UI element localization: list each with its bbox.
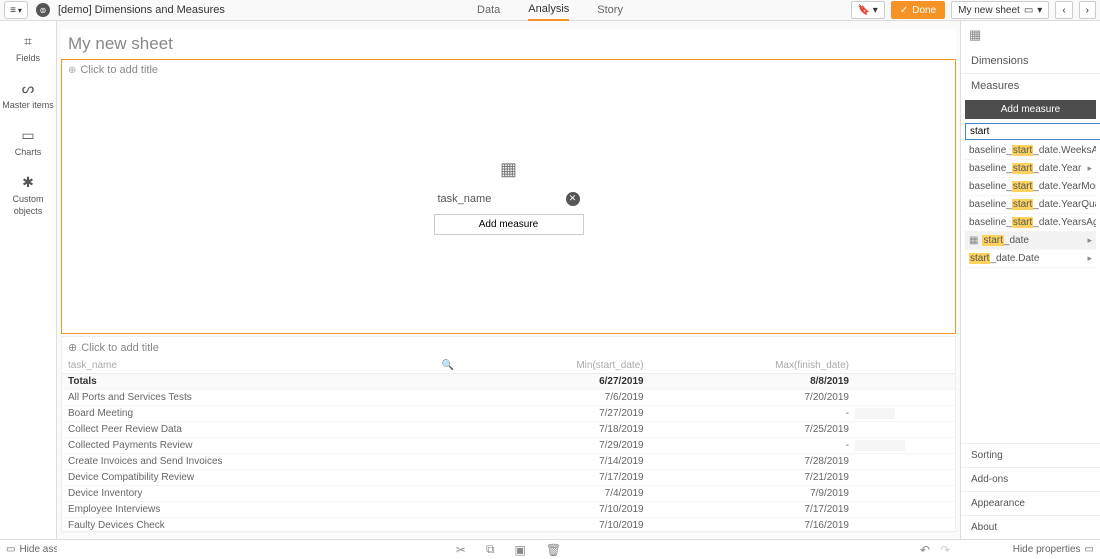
next-sheet-button[interactable]: › [1079, 1, 1096, 19]
table-row[interactable]: Employee Interviews7/10/20197/17/2019 [62, 502, 955, 518]
table-viz-top[interactable]: ⊕ Click to add title ▦ task_name ✕ Add me… [61, 59, 956, 334]
asset-icon: ▭ [0, 127, 56, 144]
column-header[interactable]: Max(finish_date) [650, 358, 855, 374]
measure-search-input[interactable] [965, 123, 1100, 140]
panel-sorting[interactable]: Sorting [961, 443, 1100, 467]
asset-charts[interactable]: ▭Charts [0, 121, 56, 168]
sheet-selector[interactable]: My new sheet▭▾ [951, 1, 1049, 19]
calendar-icon: ▦ [969, 235, 978, 246]
table-row[interactable]: Collect Peer Review Data7/18/20197/25/20… [62, 422, 955, 438]
table-row[interactable]: Faulty Devices Check7/10/20197/16/2019 [62, 518, 955, 533]
undo-button[interactable]: ↶ [920, 543, 930, 557]
dimension-chip[interactable]: task_name ✕ [434, 190, 584, 208]
table-row[interactable]: Collected Payments Review7/29/2019- [62, 438, 955, 454]
check-icon: ✓ [900, 5, 908, 16]
add-measure-button[interactable]: Add measure [434, 214, 584, 235]
asset-icon: ᔕ [0, 80, 56, 97]
add-icon: ⊕ [68, 65, 76, 76]
chevron-right-icon: ▸ [1087, 253, 1092, 264]
asset-master-items[interactable]: ᔕMaster items [0, 74, 56, 121]
field-suggestion[interactable]: baseline_start_date.YearsAgo▸ [965, 214, 1096, 232]
panel-add-ons[interactable]: Add-ons [961, 467, 1100, 491]
chevron-right-icon: ▸ [1087, 235, 1092, 246]
sheet-icon: ▭ [1024, 5, 1033, 16]
field-suggestion[interactable]: baseline_start_date.WeeksAgo▸ [965, 142, 1096, 160]
sheet-title[interactable]: My new sheet [61, 29, 956, 59]
table-row[interactable]: All Ports and Services Tests7/6/20197/20… [62, 390, 955, 406]
remove-dim-button[interactable]: ✕ [566, 192, 580, 206]
cut-button[interactable]: ✂ [456, 543, 466, 557]
table-row[interactable]: Create Invoices and Send Invoices7/14/20… [62, 454, 955, 470]
asset-fields[interactable]: ⌗Fields [0, 27, 56, 74]
dimensions-section[interactable]: Dimensions [961, 49, 1100, 73]
measures-section[interactable]: Measures [961, 73, 1100, 98]
copy-button[interactable]: ⧉ [486, 542, 495, 557]
table-viz-bottom[interactable]: ⊕ Click to add title task_name🔍Min(start_… [61, 336, 956, 532]
add-icon: ⊕ [68, 341, 77, 354]
asset-custom-objects[interactable]: ✱Custom objects [0, 168, 56, 227]
tab-story[interactable]: Story [597, 0, 623, 21]
search-icon[interactable]: 🔍 [442, 360, 454, 371]
hide-properties-button[interactable]: Hide properties ▭ [960, 539, 1100, 559]
asset-icon: ✱ [0, 174, 56, 191]
app-logo-icon: ⊚ [36, 3, 50, 17]
panel-about[interactable]: About [961, 515, 1100, 539]
viz-title-placeholder[interactable]: Click to add title [80, 64, 158, 76]
prev-sheet-button[interactable]: ‹ [1055, 1, 1072, 19]
add-measure-btn[interactable]: Add measure [965, 100, 1096, 119]
object-type-icon: ▦ [961, 21, 1100, 49]
field-suggestion[interactable]: baseline_start_date.Year▸ [965, 160, 1096, 178]
table-row[interactable]: Device Inventory7/4/20197/9/2019 [62, 486, 955, 502]
tab-data[interactable]: Data [477, 0, 500, 21]
totals-label: Totals [62, 374, 460, 390]
asset-icon: ⌗ [0, 33, 56, 50]
tab-analysis[interactable]: Analysis [528, 0, 569, 21]
paste-button[interactable]: ▣ [515, 543, 526, 557]
field-suggestion[interactable]: start_date.Date▸ [965, 250, 1096, 268]
app-title: [demo] Dimensions and Measures [58, 4, 225, 16]
column-header[interactable]: Min(start_date) [460, 358, 649, 374]
field-suggestion[interactable]: ▦start_date▸ [965, 232, 1096, 250]
panel-appearance[interactable]: Appearance [961, 491, 1100, 515]
delete-button[interactable]: 🗑 [546, 543, 561, 557]
table-icon: ▦ [500, 159, 517, 180]
viz-title-placeholder[interactable]: Click to add title [81, 342, 159, 354]
done-button[interactable]: ✓Done [891, 1, 945, 19]
menu-button[interactable]: ≡▾ [4, 1, 28, 19]
table-row[interactable]: Board Meeting7/27/2019- [62, 406, 955, 422]
chevron-right-icon: ▸ [1087, 163, 1092, 174]
redo-button[interactable]: ↷ [940, 543, 950, 557]
bookmark-button[interactable]: 🔖 ▾ [851, 1, 885, 19]
column-header[interactable]: task_name🔍 [62, 358, 460, 374]
field-suggestion[interactable]: baseline_start_date.YearQuart...▸ [965, 196, 1096, 214]
field-suggestion[interactable]: baseline_start_date.YearMonth▸ [965, 178, 1096, 196]
table-row[interactable]: Device Compatibility Review7/17/20197/21… [62, 470, 955, 486]
